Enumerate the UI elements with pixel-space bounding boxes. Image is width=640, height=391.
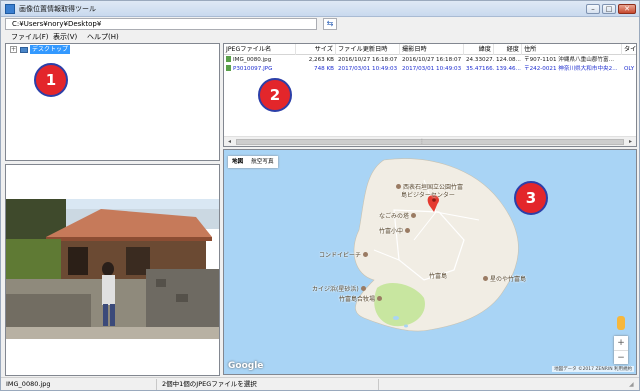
window-title: 画像位置情報取得ツール bbox=[19, 5, 96, 13]
poi-icon bbox=[483, 276, 488, 281]
app-icon bbox=[5, 4, 15, 14]
map-label-poi5: 竹富島 bbox=[429, 273, 448, 280]
jpeg-file-list[interactable]: JPEGファイル名 サイズ ファイル更新日時 撮影日時 緯度 経度 住所 タイト… bbox=[223, 43, 637, 147]
cell-address: 〒907-1101 沖縄県八重山郡竹富... bbox=[524, 57, 614, 63]
photo-preview bbox=[5, 164, 220, 376]
minimize-button[interactable]: – bbox=[586, 4, 600, 14]
cell-taken: 2016/10/27 16:18:07 bbox=[402, 57, 462, 63]
expand-icon[interactable]: + bbox=[10, 46, 17, 53]
table-row[interactable]: P3010097.JPG 748 KB 2017/03/01 10:49:03 … bbox=[224, 65, 636, 74]
google-logo: Google bbox=[228, 361, 264, 371]
cell-longitude: 139.46... bbox=[496, 66, 521, 72]
table-row[interactable]: IMG_0080.jpg 2,263 KB 2016/10/27 16:18:0… bbox=[224, 56, 636, 65]
column-header-taken[interactable]: 撮影日時 bbox=[400, 44, 464, 55]
path-bar: C:¥Users¥nory¥Desktop¥ ⇆ bbox=[5, 18, 635, 31]
cell-modified: 2017/03/01 10:49:03 bbox=[338, 66, 398, 72]
scroll-grip-icon: ⋮ bbox=[419, 138, 425, 145]
cell-title: OLY bbox=[624, 66, 635, 72]
column-header-latitude[interactable]: 緯度 bbox=[464, 44, 494, 55]
zoom-control: + − bbox=[614, 336, 628, 364]
map-label-poi7: カイジ浜(星砂浜) bbox=[312, 284, 368, 293]
menu-help[interactable]: ヘルプ(H) bbox=[87, 32, 119, 43]
poi-icon bbox=[363, 252, 369, 257]
map-label-poi2: なごみの塔 bbox=[379, 211, 418, 220]
resize-grip-icon[interactable]: ◢ bbox=[629, 381, 637, 389]
zoom-in-button[interactable]: + bbox=[614, 336, 628, 350]
status-message: 2個中1個のJPEGファイルを選択 bbox=[159, 379, 379, 390]
poi-icon bbox=[377, 296, 383, 301]
map-label-poi6: 星のや竹富島 bbox=[481, 274, 526, 283]
column-header-modified[interactable]: ファイル更新日時 bbox=[336, 44, 400, 55]
horizontal-scrollbar[interactable]: ◂ ⋮ ▸ bbox=[224, 136, 636, 146]
desktop-icon bbox=[20, 47, 28, 53]
poi-icon bbox=[405, 228, 411, 233]
title-bar: 画像位置情報取得ツール – □ ✕ bbox=[1, 1, 639, 17]
cell-modified: 2016/10/27 16:18:07 bbox=[338, 57, 398, 63]
column-header-address[interactable]: 住所 bbox=[522, 44, 622, 55]
poi-icon bbox=[396, 184, 401, 189]
menu-bar: ファイル(F) 表示(V) ヘルプ(H) bbox=[1, 32, 639, 43]
column-header-title[interactable]: タイト bbox=[622, 44, 636, 55]
app-window: 画像位置情報取得ツール – □ ✕ C:¥Users¥nory¥Desktop¥… bbox=[0, 0, 640, 391]
menu-file[interactable]: ファイル(F) bbox=[11, 32, 49, 43]
map-label-poi3: 竹富小中 bbox=[379, 226, 412, 235]
cell-taken: 2017/03/01 10:49:03 bbox=[402, 66, 462, 72]
scroll-right-icon[interactable]: ▸ bbox=[626, 138, 635, 146]
cell-filename: IMG_0080.jpg bbox=[224, 56, 296, 65]
scroll-left-icon[interactable]: ◂ bbox=[225, 138, 234, 146]
status-filename: IMG_0080.jpg bbox=[3, 379, 157, 390]
list-header: JPEGファイル名 サイズ ファイル更新日時 撮影日時 緯度 経度 住所 タイト bbox=[224, 44, 636, 55]
cell-address: 〒242-0021 神奈川県大和市中央2... bbox=[524, 66, 618, 72]
map-label-poi4: コンドイビーチ bbox=[319, 250, 370, 259]
cell-title bbox=[622, 56, 636, 65]
cell-latitude: 35.47166... bbox=[466, 66, 494, 72]
poi-icon bbox=[360, 286, 366, 291]
image-file-icon bbox=[226, 56, 231, 62]
column-header-size[interactable]: サイズ bbox=[296, 44, 336, 55]
link-arrow-icon[interactable]: ⇆ bbox=[323, 18, 337, 30]
map-type-map-button[interactable]: 地図 bbox=[228, 156, 247, 168]
column-header-longitude[interactable]: 経度 bbox=[494, 44, 522, 55]
street-view-pegman-icon[interactable] bbox=[617, 316, 625, 330]
map-attribution[interactable]: 地図データ ©2017 ZENRIN 利用規約 bbox=[552, 366, 634, 372]
column-header-filename[interactable]: JPEGファイル名 bbox=[224, 44, 296, 55]
tree-item-label[interactable]: デスクトップ bbox=[30, 45, 71, 54]
map-view[interactable]: 地図 航空写真 西表石垣国立公園竹富 島ビジターセンター なごみの塔 竹富小中 … bbox=[223, 149, 637, 375]
map-type-control: 地図 航空写真 bbox=[228, 156, 278, 168]
annotation-badge-3: 3 bbox=[514, 181, 548, 215]
close-button[interactable]: ✕ bbox=[618, 4, 636, 14]
preview-image bbox=[6, 199, 219, 339]
cell-size: 2,263 KB bbox=[308, 57, 334, 63]
annotation-badge-2: 2 bbox=[258, 78, 292, 112]
map-type-satellite-button[interactable]: 航空写真 bbox=[247, 156, 277, 168]
annotation-badge-1: 1 bbox=[34, 63, 68, 97]
poi-icon bbox=[411, 213, 417, 218]
zoom-out-button[interactable]: − bbox=[614, 350, 628, 364]
status-bar: IMG_0080.jpg 2個中1個のJPEGファイルを選択 ◢ bbox=[1, 377, 639, 390]
cell-longitude: 124.08... bbox=[496, 57, 521, 63]
cell-filename: P3010097.JPG bbox=[224, 65, 296, 74]
folder-path-input[interactable]: C:¥Users¥nory¥Desktop¥ bbox=[5, 18, 317, 30]
cell-latitude: 24.33027... bbox=[466, 57, 494, 63]
menu-view[interactable]: 表示(V) bbox=[53, 32, 77, 43]
maximize-button[interactable]: □ bbox=[602, 4, 616, 14]
map-label-poi1b: 島ビジターセンター bbox=[401, 192, 455, 199]
map-label-poi8: 竹富島合牧場 bbox=[339, 294, 384, 303]
cell-size: 748 KB bbox=[314, 66, 334, 72]
image-file-icon bbox=[226, 65, 231, 71]
folder-tree[interactable]: + デスクトップ 1 bbox=[5, 43, 220, 161]
